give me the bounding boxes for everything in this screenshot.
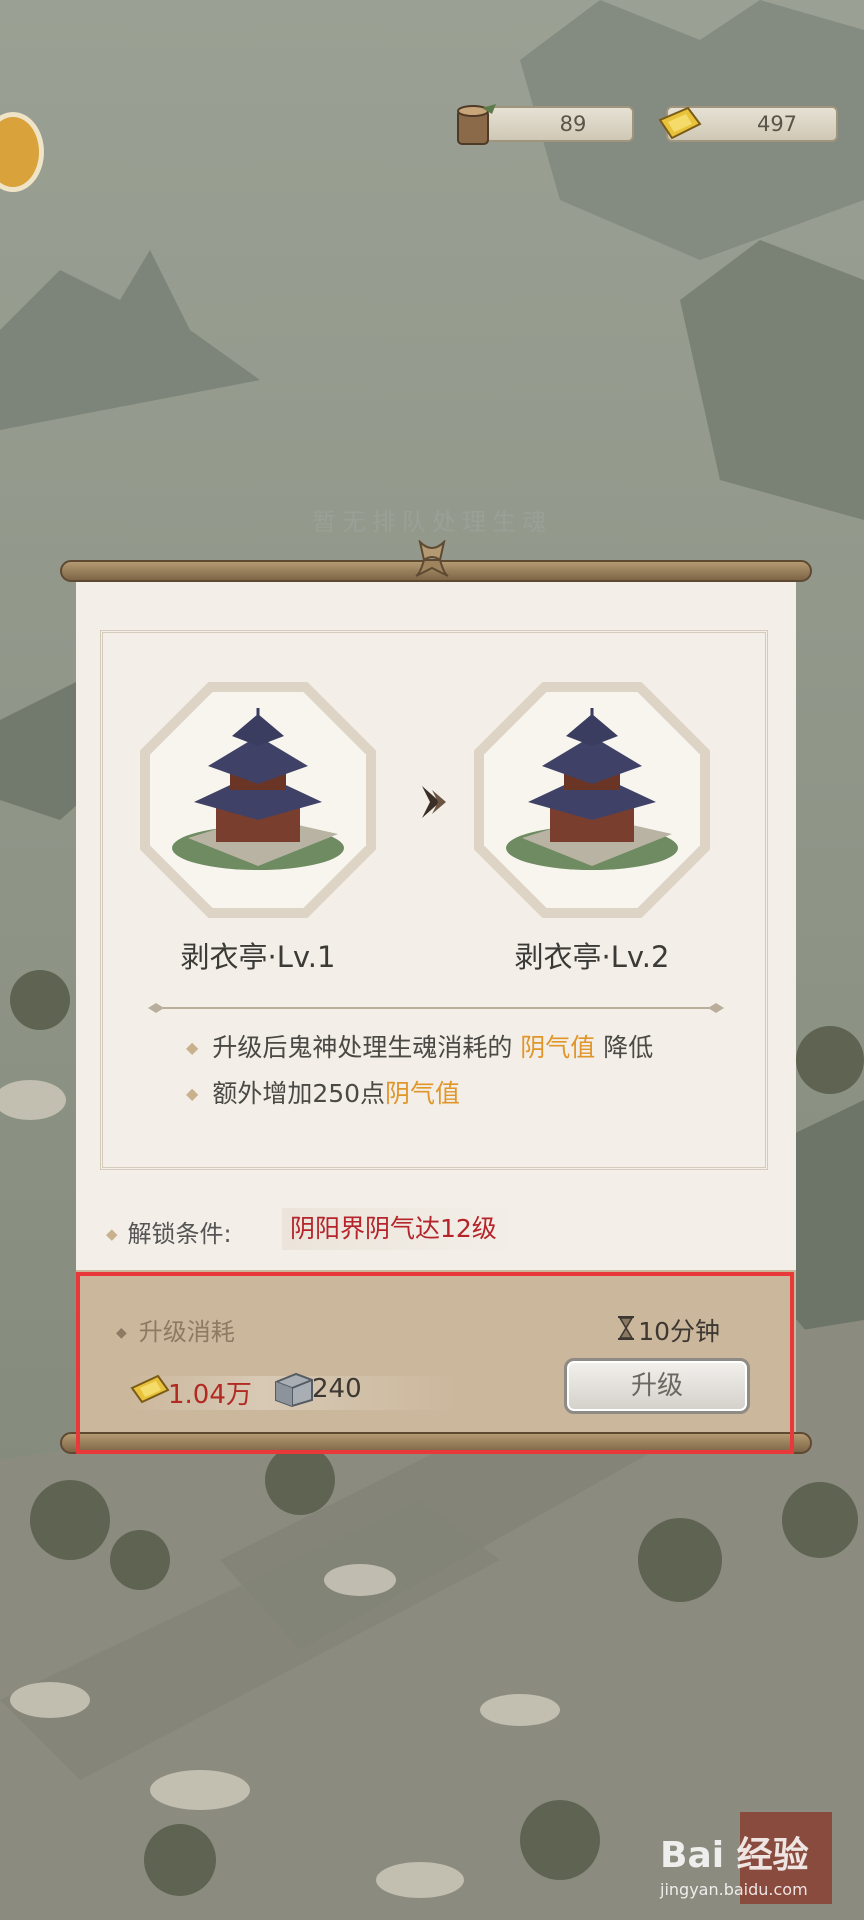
current-building-name: 剥衣亭·Lv.1: [180, 940, 336, 974]
pavilion-lv2-image: [506, 708, 678, 870]
divider-line: [148, 1003, 724, 1013]
upgrade-arrow-icon: [422, 786, 446, 818]
highlight-selection-box: [76, 1272, 794, 1454]
yin-qi-highlight: 阴气值: [520, 1033, 596, 1062]
bullet-icon: ◆: [186, 1084, 199, 1103]
upgrade-panel: 剥衣亭·Lv.1 剥衣亭·Lv.2 ◆ 升级后鬼神处理生魂消耗的 阴气值 降低 ◆…: [76, 582, 796, 1270]
next-building-frame: [474, 682, 710, 918]
effect-line-2: ◆ 额外增加250点阴气值: [186, 1079, 461, 1108]
unlock-condition-value: 阴阳界阴气达12级: [282, 1208, 519, 1250]
queue-status-text: 暂无排队处理生魂: [312, 508, 552, 536]
wood-log-icon: [457, 104, 496, 145]
watermark-brand: Bai 经验: [660, 1835, 809, 1876]
yin-qi-highlight: 阴气值: [385, 1079, 461, 1108]
pavilion-lv1-image: [172, 708, 344, 870]
watermark-url: jingyan.baidu.com: [660, 1880, 808, 1899]
current-building-frame: [140, 682, 376, 918]
wood-amount: 89: [559, 112, 587, 136]
scroll-knot-icon: [415, 540, 449, 577]
bullet-icon: ◆: [186, 1038, 199, 1057]
resource-wood: 89: [457, 104, 634, 145]
gold-paper-amount: 497: [756, 112, 798, 136]
gold-paper-icon: [658, 106, 702, 140]
next-building-name: 剥衣亭·Lv.2: [514, 940, 670, 974]
resource-gold-paper: 497: [658, 106, 838, 142]
effect-line-1: ◆ 升级后鬼神处理生魂消耗的 阴气值 降低: [186, 1033, 654, 1062]
unlock-condition-label: ◆ 解锁条件:: [106, 1220, 232, 1248]
bullet-icon: ◆: [106, 1225, 118, 1243]
